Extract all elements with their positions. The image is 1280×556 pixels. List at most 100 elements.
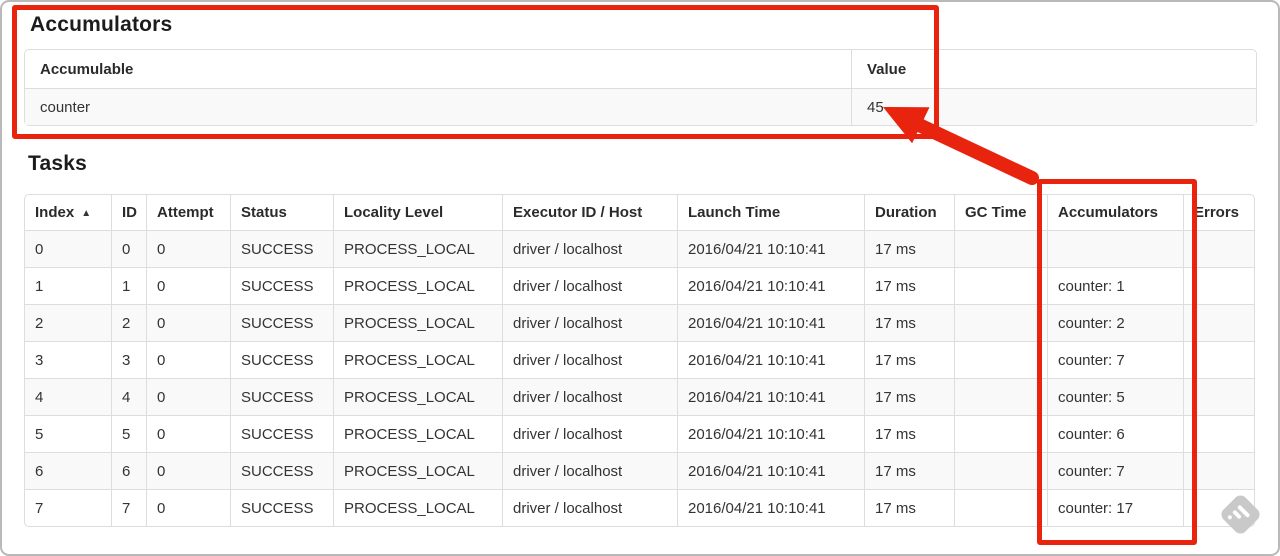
cell-duration: 17 ms <box>864 341 954 378</box>
accumulators-table: Accumulable Value counter 45 <box>24 49 1257 126</box>
cell-status: SUCCESS <box>230 489 333 526</box>
cell-status: SUCCESS <box>230 378 333 415</box>
cell-index: 7 <box>25 489 111 526</box>
tasks-column-header-errors[interactable]: Errors <box>1183 195 1254 230</box>
cell-gc_time <box>954 304 1047 341</box>
cell-executor_id_host: driver / localhost <box>502 230 677 267</box>
cell-launch_time: 2016/04/21 10:10:41 <box>677 267 864 304</box>
cell-attempt: 0 <box>146 267 230 304</box>
cell-locality_level: PROCESS_LOCAL <box>333 341 502 378</box>
tasks-column-header-duration[interactable]: Duration <box>864 195 954 230</box>
cell-executor_id_host: driver / localhost <box>502 489 677 526</box>
cell-id: 0 <box>111 230 146 267</box>
task-row: 6 6 0 SUCCESS PROCESS_LOCAL driver / localhos… <box>25 452 1254 489</box>
cell-status: SUCCESS <box>230 341 333 378</box>
cell-status: SUCCESS <box>230 230 333 267</box>
cell-gc_time <box>954 378 1047 415</box>
cell-launch_time: 2016/04/21 10:10:41 <box>677 489 864 526</box>
cell-errors <box>1183 452 1254 489</box>
cell-id: 5 <box>111 415 146 452</box>
accumulators-header-row: Accumulable Value <box>25 50 1256 88</box>
cell-duration: 17 ms <box>864 452 954 489</box>
tasks-column-header-executor_id_host[interactable]: Executor ID / Host <box>502 195 677 230</box>
cell-attempt: 0 <box>146 489 230 526</box>
cell-attempt: 0 <box>146 341 230 378</box>
cell-attempt: 0 <box>146 452 230 489</box>
tasks-column-header-index[interactable]: Index ▲ <box>25 195 111 230</box>
task-row: 3 3 0 SUCCESS PROCESS_LOCAL driver / localhos… <box>25 341 1254 378</box>
cell-locality_level: PROCESS_LOCAL <box>333 304 502 341</box>
cell-attempt: 0 <box>146 304 230 341</box>
cell-accumulators <box>1047 230 1183 267</box>
cell-accumulators: counter: 2 <box>1047 304 1183 341</box>
task-row: 5 5 0 SUCCESS PROCESS_LOCAL driver / localhos… <box>25 415 1254 452</box>
cell-index: 6 <box>25 452 111 489</box>
cell-launch_time: 2016/04/21 10:10:41 <box>677 230 864 267</box>
value-column-header[interactable]: Value <box>851 50 1256 88</box>
tasks-column-header-status[interactable]: Status <box>230 195 333 230</box>
cell-id: 1 <box>111 267 146 304</box>
cell-duration: 17 ms <box>864 378 954 415</box>
cell-executor_id_host: driver / localhost <box>502 378 677 415</box>
sort-ascending-icon: ▲ <box>81 208 92 219</box>
cell-duration: 17 ms <box>864 267 954 304</box>
cell-executor_id_host: driver / localhost <box>502 304 677 341</box>
task-row: 1 1 0 SUCCESS PROCESS_LOCAL driver / localhos… <box>25 267 1254 304</box>
cell-locality_level: PROCESS_LOCAL <box>333 489 502 526</box>
cell-gc_time <box>954 267 1047 304</box>
cell-gc_time <box>954 452 1047 489</box>
tasks-column-header-accumulators[interactable]: Accumulators <box>1047 195 1183 230</box>
task-row: 7 7 0 SUCCESS PROCESS_LOCAL driver / localhos… <box>25 489 1254 526</box>
tasks-column-header-gc_time[interactable]: GC Time <box>954 195 1047 230</box>
cell-locality_level: PROCESS_LOCAL <box>333 267 502 304</box>
cell-duration: 17 ms <box>864 489 954 526</box>
cell-status: SUCCESS <box>230 304 333 341</box>
cell-executor_id_host: driver / localhost <box>502 452 677 489</box>
cell-index: 2 <box>25 304 111 341</box>
cell-duration: 17 ms <box>864 304 954 341</box>
tasks-column-header-id[interactable]: ID <box>111 195 146 230</box>
cell-launch_time: 2016/04/21 10:10:41 <box>677 378 864 415</box>
cell-errors <box>1183 378 1254 415</box>
cell-attempt: 0 <box>146 230 230 267</box>
tasks-column-header-launch_time[interactable]: Launch Time <box>677 195 864 230</box>
cell-accumulators: counter: 5 <box>1047 378 1183 415</box>
accumulable-column-header[interactable]: Accumulable <box>25 50 851 88</box>
cell-executor_id_host: driver / localhost <box>502 341 677 378</box>
cell-status: SUCCESS <box>230 452 333 489</box>
tasks-header-row: Index ▲ ID Attempt Status Locality Level Execu… <box>25 195 1254 230</box>
cell-duration: 17 ms <box>864 230 954 267</box>
tasks-table: Index ▲ ID Attempt Status Locality Level Execu… <box>24 194 1255 527</box>
cell-executor_id_host: driver / localhost <box>502 415 677 452</box>
cell-gc_time <box>954 230 1047 267</box>
cell-status: SUCCESS <box>230 415 333 452</box>
cell-executor_id_host: driver / localhost <box>502 267 677 304</box>
task-row: 0 0 0 SUCCESS PROCESS_LOCAL driver / localhos… <box>25 230 1254 267</box>
accumulators-section-title: Accumulators <box>30 13 173 36</box>
cell-launch_time: 2016/04/21 10:10:41 <box>677 415 864 452</box>
cell-errors <box>1183 230 1254 267</box>
cell-gc_time <box>954 415 1047 452</box>
cell-attempt: 0 <box>146 415 230 452</box>
cell-index: 1 <box>25 267 111 304</box>
cell-launch_time: 2016/04/21 10:10:41 <box>677 304 864 341</box>
cell-id: 3 <box>111 341 146 378</box>
cell-errors <box>1183 415 1254 452</box>
cell-locality_level: PROCESS_LOCAL <box>333 415 502 452</box>
cell-id: 4 <box>111 378 146 415</box>
cell-accumulators: counter: 1 <box>1047 267 1183 304</box>
task-row: 4 4 0 SUCCESS PROCESS_LOCAL driver / localhos… <box>25 378 1254 415</box>
cell-gc_time <box>954 341 1047 378</box>
cell-index: 3 <box>25 341 111 378</box>
cell-index: 5 <box>25 415 111 452</box>
tasks-column-header-attempt[interactable]: Attempt <box>146 195 230 230</box>
cell-index: 4 <box>25 378 111 415</box>
cell-locality_level: PROCESS_LOCAL <box>333 378 502 415</box>
tasks-column-header-locality_level[interactable]: Locality Level <box>333 195 502 230</box>
cell-accumulators: counter: 6 <box>1047 415 1183 452</box>
cell-accumulators: counter: 7 <box>1047 452 1183 489</box>
cell-id: 6 <box>111 452 146 489</box>
cell-accumulators: counter: 17 <box>1047 489 1183 526</box>
screenshot-frame: Accumulators Accumulable Value counter 4… <box>0 0 1280 556</box>
cell-launch_time: 2016/04/21 10:10:41 <box>677 452 864 489</box>
